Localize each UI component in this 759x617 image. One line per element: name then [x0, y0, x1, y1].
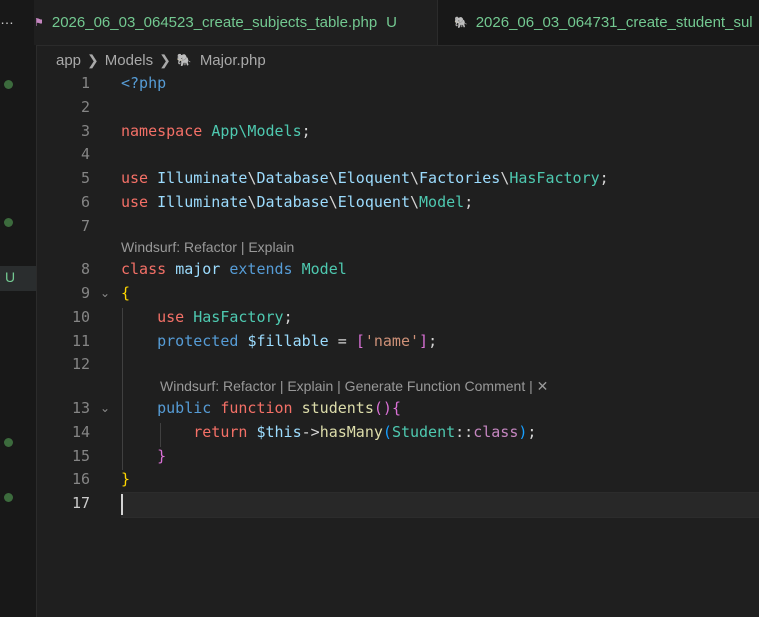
- git-change-dot: [4, 218, 13, 227]
- code-line: }: [121, 470, 131, 488]
- code-line: namespace App\Models;: [121, 122, 311, 140]
- git-change-dot: [4, 438, 13, 447]
- line-number: 2: [80, 98, 90, 116]
- line-number: 11: [71, 332, 90, 350]
- code-line: use Illuminate\Database\Eloquent\Model;: [121, 193, 474, 211]
- current-line-highlight: [121, 492, 759, 518]
- code-line: <?php: [121, 74, 167, 92]
- line-number: 12: [71, 355, 90, 373]
- untracked-letter: U: [5, 269, 16, 285]
- code-line: {: [121, 284, 131, 302]
- breadcrumb-item-file[interactable]: Major.php: [200, 52, 266, 69]
- line-number: 10: [71, 308, 90, 326]
- line-number: 5: [80, 169, 90, 187]
- line-number: 7: [80, 217, 90, 235]
- code-line: return $this->hasMany(Student::class);: [193, 423, 537, 441]
- code-line: use HasFactory;: [157, 308, 293, 326]
- line-number: 13: [71, 399, 90, 417]
- breadcrumb-item-models[interactable]: Models: [105, 52, 153, 69]
- php-elephant-icon: 🐘: [454, 17, 468, 29]
- tab-status-untracked: U: [386, 14, 398, 31]
- code-line: }: [157, 447, 167, 465]
- breadcrumb-item-app[interactable]: app: [56, 52, 81, 69]
- tab-overflow-icon[interactable]: …: [0, 11, 14, 27]
- code-line: protected $fillable = ['name'];: [157, 332, 438, 350]
- chevron-right-icon: ❯: [159, 51, 171, 68]
- chevron-right-icon: ❯: [87, 51, 99, 68]
- line-number: 16: [71, 470, 90, 488]
- codelens-method[interactable]: Windsurf: Refactor | Explain | Generate …: [160, 378, 548, 395]
- git-change-dot: [4, 80, 13, 89]
- line-number: 8: [80, 260, 90, 278]
- codelens-class[interactable]: Windsurf: Refactor | Explain: [121, 239, 294, 255]
- line-number: 4: [80, 145, 90, 163]
- migration-icon: ⚑: [34, 17, 44, 29]
- code-line: use Illuminate\Database\Eloquent\Factori…: [121, 169, 609, 187]
- code-line: public function students(){: [157, 399, 401, 417]
- activity-strip: U: [0, 45, 37, 617]
- tab-label: 2026_06_03_064731_create_student_sul: [475, 14, 753, 31]
- breadcrumb: app ❯ Models ❯ 🐘 Major.php: [56, 48, 266, 72]
- fold-chevron-icon[interactable]: ⌄: [100, 401, 110, 415]
- code-line: class major extends Model: [121, 260, 347, 278]
- line-number: 6: [80, 193, 90, 211]
- line-number: 14: [71, 423, 90, 441]
- line-number-current: 17: [71, 494, 90, 512]
- fold-chevron-icon[interactable]: ⌄: [100, 286, 110, 300]
- tab-create-student-subject[interactable]: 🐘 2026_06_03_064731_create_student_sul: [454, 0, 753, 45]
- tab-bar: … ⚑ 2026_06_03_064523_create_subjects_ta…: [0, 0, 759, 46]
- tab-label: 2026_06_03_064523_create_subjects_table.…: [51, 14, 378, 31]
- line-number: 3: [80, 122, 90, 140]
- text-cursor: [121, 494, 123, 515]
- line-number: 1: [80, 74, 90, 92]
- tab-create-subjects-table[interactable]: ⚑ 2026_06_03_064523_create_subjects_tabl…: [34, 0, 438, 45]
- line-number: 15: [71, 447, 90, 465]
- line-number: 9: [80, 284, 90, 302]
- php-elephant-icon: 🐘: [176, 53, 192, 67]
- code-editor[interactable]: 1 2 3 4 5 6 7 8 9 10 11 12 13 14 15 16 1…: [36, 72, 759, 617]
- git-change-dot: [4, 493, 13, 502]
- untracked-marker[interactable]: U: [0, 266, 36, 291]
